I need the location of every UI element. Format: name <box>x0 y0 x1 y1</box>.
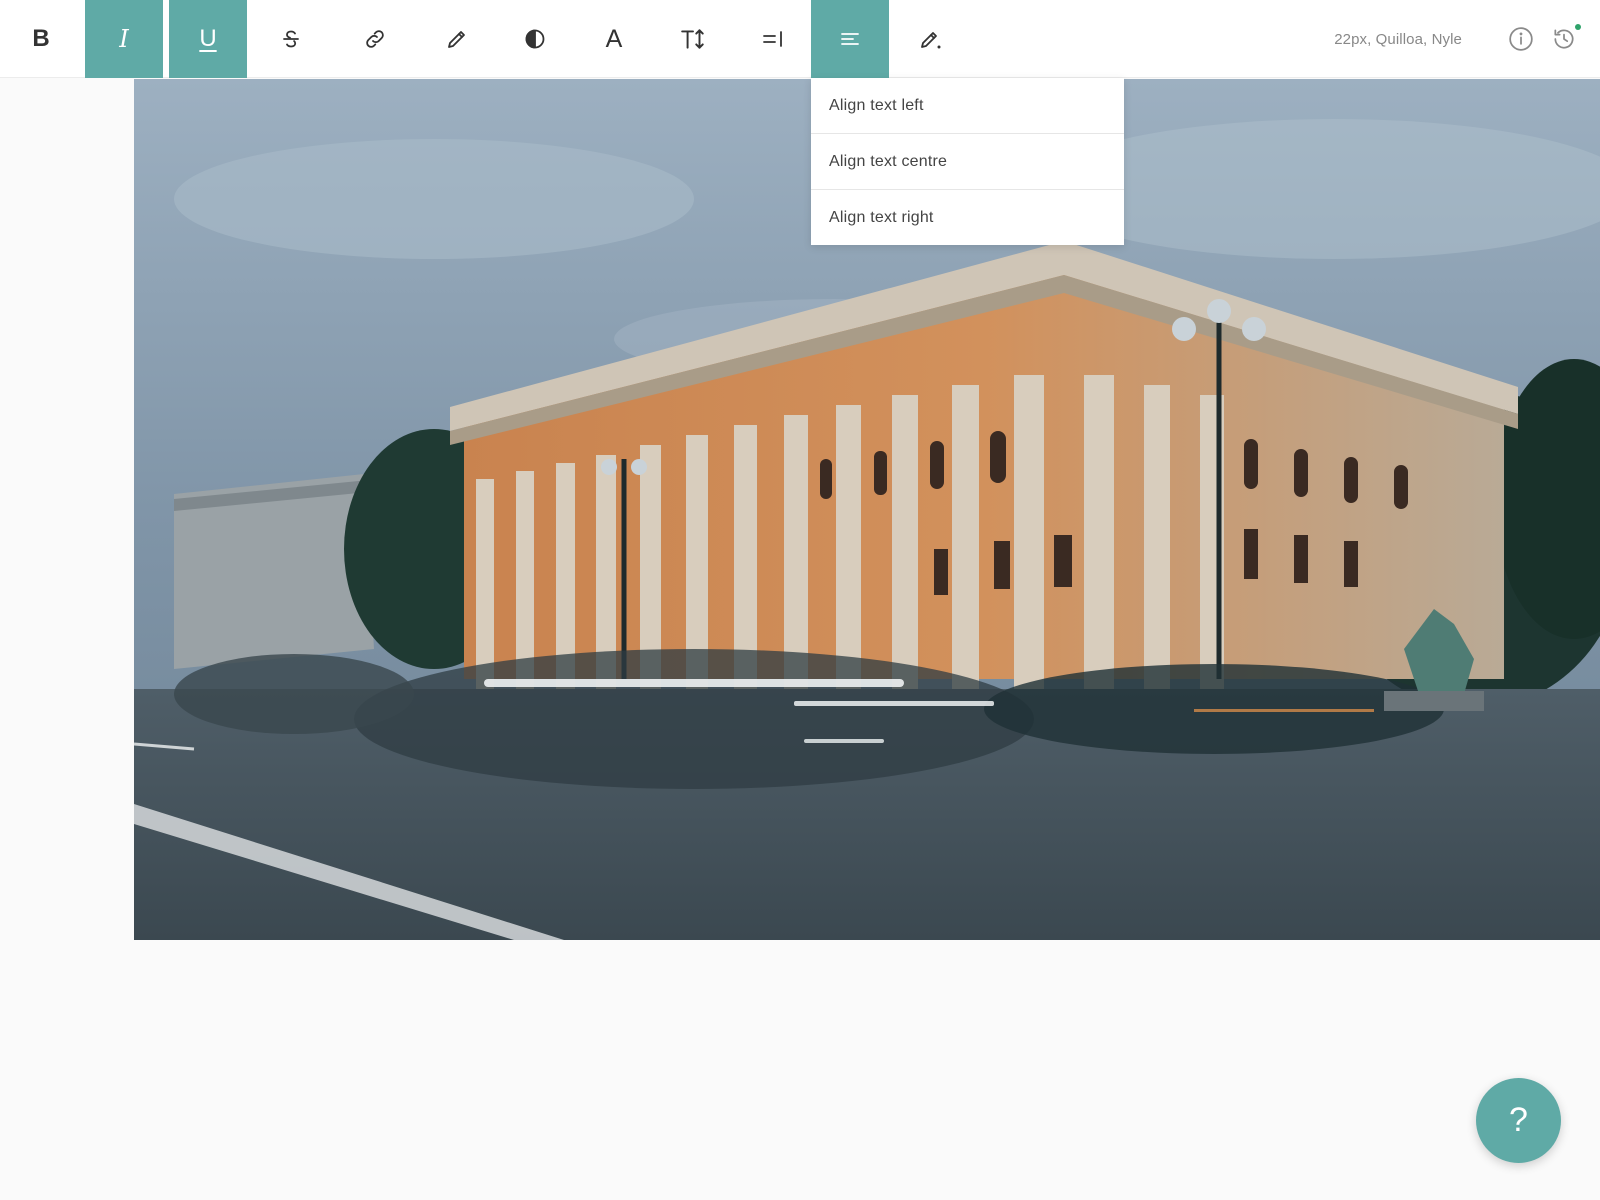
highlight-button[interactable] <box>891 0 969 78</box>
font-color-icon: A <box>605 24 623 53</box>
font-size-icon <box>681 29 704 49</box>
align-left-option[interactable]: Align text left <box>811 78 1124 134</box>
history-icon <box>1554 29 1574 49</box>
pencil-icon <box>448 31 465 48</box>
align-right-option[interactable]: Align text right <box>811 190 1124 245</box>
indent-icon <box>763 31 782 47</box>
font-info-label: 22px, Quilloa, Nyle <box>1334 30 1462 48</box>
link-button[interactable] <box>336 0 414 78</box>
link-icon <box>366 30 384 48</box>
underline-icon: U <box>199 25 217 52</box>
font-color-button[interactable]: A <box>575 0 653 78</box>
text-align-button[interactable] <box>811 0 889 78</box>
underline-button[interactable]: U <box>169 0 247 78</box>
italic-button[interactable]: I <box>85 0 163 78</box>
align-left-icon <box>841 33 859 45</box>
font-size-button[interactable] <box>654 0 732 78</box>
strikethrough-icon <box>283 30 299 48</box>
highlight-pen-icon <box>921 32 941 49</box>
info-icon <box>1509 27 1533 51</box>
contrast-icon <box>525 29 545 49</box>
italic-icon: I <box>119 25 129 53</box>
contrast-button[interactable] <box>496 0 574 78</box>
indent-button[interactable] <box>734 0 812 78</box>
history-button[interactable] <box>1549 24 1581 54</box>
text-align-menu: Align text left Align text centre Align … <box>811 78 1124 245</box>
pencil-button[interactable] <box>418 0 496 78</box>
help-button[interactable]: ? <box>1476 1078 1561 1163</box>
info-button[interactable] <box>1506 24 1536 54</box>
align-centre-option[interactable]: Align text centre <box>811 134 1124 190</box>
bold-button[interactable]: B <box>2 0 80 78</box>
formatting-toolbar: B I U A 22px, Quilloa, Nyle <box>0 0 1600 78</box>
strikethrough-button[interactable] <box>252 0 330 78</box>
bold-icon: B <box>32 25 50 52</box>
status-dot <box>1575 24 1581 30</box>
